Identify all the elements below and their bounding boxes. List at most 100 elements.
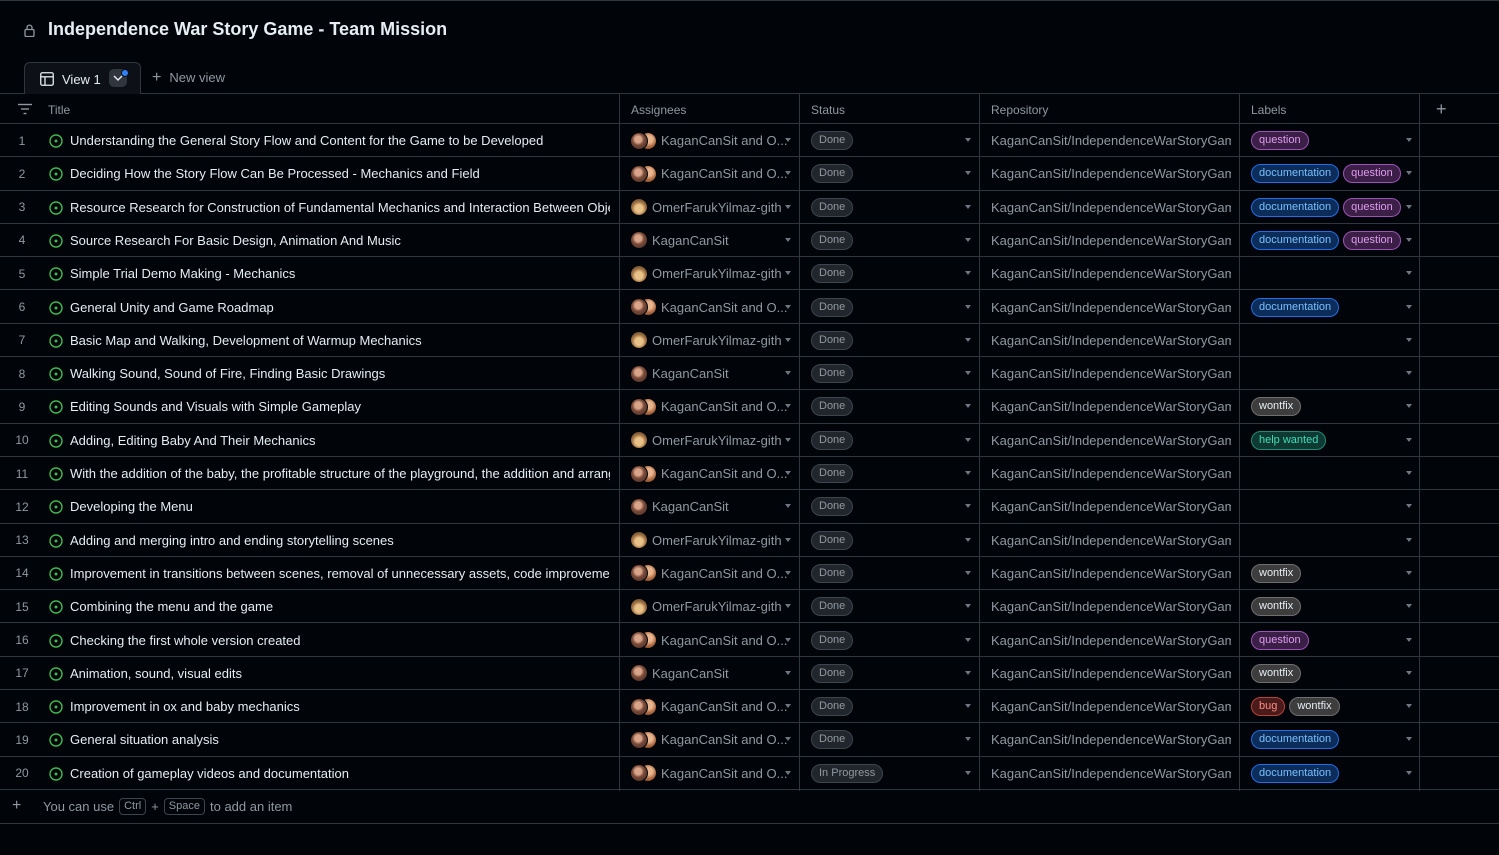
label-bug[interactable]: bug <box>1251 697 1286 717</box>
labels-cell[interactable] <box>1251 357 1411 390</box>
chevron-down-icon[interactable] <box>965 604 971 609</box>
chevron-down-icon[interactable] <box>965 271 971 276</box>
label-documentation[interactable]: documentation <box>1251 164 1340 184</box>
label-documentation[interactable]: documentation <box>1251 197 1340 217</box>
issue-title-link[interactable]: Editing Sounds and Visuals with Simple G… <box>70 390 610 423</box>
chevron-down-icon[interactable] <box>965 204 971 209</box>
filter-icon[interactable] <box>18 103 32 115</box>
chevron-down-icon[interactable] <box>965 637 971 642</box>
table-row[interactable]: 15 Combining the menu and the game OmerFar… <box>0 590 1499 624</box>
chevron-down-icon[interactable] <box>1406 204 1412 209</box>
assignees-cell[interactable]: OmerFarukYilmaz-gith <box>630 257 795 290</box>
chevron-down-icon[interactable] <box>1406 371 1412 376</box>
label-wontfix[interactable]: wontfix <box>1251 397 1302 417</box>
assignees-cell[interactable]: KaganCanSit <box>630 357 795 390</box>
issue-title-link[interactable]: Simple Trial Demo Making - Mechanics <box>70 257 610 290</box>
chevron-down-icon[interactable] <box>785 237 791 242</box>
labels-cell[interactable]: help wanted <box>1251 424 1411 457</box>
table-row[interactable]: 9 Editing Sounds and Visuals with Simple … <box>0 390 1499 424</box>
table-row[interactable]: 16 Checking the first whole version creat… <box>0 624 1499 657</box>
chevron-down-icon[interactable] <box>1406 737 1412 742</box>
labels-cell[interactable]: wontfix <box>1251 657 1411 690</box>
label-documentation[interactable]: documentation <box>1251 297 1340 317</box>
issue-title-link[interactable]: Source Research For Basic Design, Animat… <box>70 224 610 257</box>
table-row[interactable]: 14 Improvement in transitions between sce… <box>0 557 1499 591</box>
label-question[interactable]: question <box>1343 230 1401 250</box>
labels-cell[interactable]: bug wontfix <box>1251 690 1411 723</box>
chevron-down-icon[interactable] <box>1406 770 1412 775</box>
assignees-cell[interactable]: OmerFarukYilmaz-gith <box>630 524 795 557</box>
issue-title-link[interactable]: Creation of gameplay videos and document… <box>70 757 610 790</box>
table-row[interactable]: 1 Understanding the General Story Flow an… <box>0 124 1499 158</box>
table-row[interactable]: 18 Improvement in ox and baby mechanics Ka… <box>0 690 1499 724</box>
chevron-down-icon[interactable] <box>1406 271 1412 276</box>
assignees-cell[interactable]: OmerFarukYilmaz-gith <box>630 424 795 457</box>
table-row[interactable]: 8 Walking Sound, Sound of Fire, Finding B… <box>0 357 1499 391</box>
table-row[interactable]: 2 Deciding How the Story Flow Can Be Proc… <box>0 157 1499 191</box>
label-documentation[interactable]: documentation <box>1251 230 1340 250</box>
issue-title-link[interactable]: General situation analysis <box>70 723 610 756</box>
status-cell[interactable]: Done <box>811 524 971 557</box>
assignees-cell[interactable]: KaganCanSit and O... <box>630 723 795 756</box>
table-row[interactable]: 13 Adding and merging intro and ending st… <box>0 524 1499 557</box>
labels-cell[interactable]: documentation question <box>1251 224 1411 257</box>
chevron-down-icon[interactable] <box>965 437 971 442</box>
assignees-cell[interactable]: KaganCanSit <box>630 657 795 690</box>
issue-title-link[interactable]: Walking Sound, Sound of Fire, Finding Ba… <box>70 357 610 390</box>
assignees-cell[interactable]: KaganCanSit and O... <box>630 757 795 790</box>
table-row[interactable]: 11 With the addition of the baby, the pro… <box>0 457 1499 491</box>
assignees-cell[interactable]: KaganCanSit and O... <box>630 124 795 157</box>
column-header-repository[interactable]: Repository <box>991 94 1048 124</box>
labels-cell[interactable] <box>1251 257 1411 290</box>
chevron-down-icon[interactable] <box>785 138 791 142</box>
labels-cell[interactable]: wontfix <box>1251 390 1411 423</box>
chevron-down-icon[interactable] <box>785 604 791 609</box>
status-cell[interactable]: Done <box>811 357 971 390</box>
table-row[interactable]: 19 General situation analysis KaganCanSit … <box>0 723 1499 757</box>
chevron-down-icon[interactable] <box>1406 404 1412 409</box>
chevron-down-icon[interactable] <box>965 337 971 342</box>
chevron-down-icon[interactable] <box>965 670 971 675</box>
table-row[interactable]: 20 Creation of gameplay videos and docume… <box>0 757 1499 790</box>
label-wontfix[interactable]: wontfix <box>1251 563 1302 583</box>
chevron-down-icon[interactable] <box>965 770 971 775</box>
status-cell[interactable]: Done <box>811 457 971 490</box>
chevron-down-icon[interactable] <box>785 670 791 675</box>
label-question[interactable]: question <box>1343 197 1401 217</box>
issue-title-link[interactable]: Improvement in transitions between scene… <box>70 557 610 590</box>
status-cell[interactable]: Done <box>811 424 971 457</box>
assignees-cell[interactable]: KaganCanSit and O... <box>630 457 795 490</box>
status-cell[interactable]: Done <box>811 657 971 690</box>
table-row[interactable]: 6 General Unity and Game Roadmap KaganCanS… <box>0 291 1499 324</box>
labels-cell[interactable]: documentation question <box>1251 157 1411 190</box>
label-question[interactable]: question <box>1251 131 1309 150</box>
chevron-down-icon[interactable] <box>785 504 791 509</box>
labels-cell[interactable]: documentation <box>1251 291 1411 324</box>
issue-title-link[interactable]: Understanding the General Story Flow and… <box>70 124 610 157</box>
chevron-down-icon[interactable] <box>965 371 971 376</box>
table-row[interactable]: 5 Simple Trial Demo Making - Mechanics Ome… <box>0 257 1499 291</box>
chevron-down-icon[interactable] <box>965 504 971 509</box>
status-cell[interactable]: Done <box>811 390 971 423</box>
chevron-down-icon[interactable] <box>965 737 971 742</box>
chevron-down-icon[interactable] <box>965 304 971 309</box>
chevron-down-icon[interactable] <box>785 471 791 475</box>
status-cell[interactable]: Done <box>811 723 971 756</box>
assignees-cell[interactable]: KaganCanSit and O... <box>630 390 795 423</box>
chevron-down-icon[interactable] <box>1406 570 1412 575</box>
labels-cell[interactable]: wontfix <box>1251 590 1411 623</box>
labels-cell[interactable]: documentation <box>1251 757 1411 790</box>
chevron-down-icon[interactable] <box>965 171 971 176</box>
status-cell[interactable]: Done <box>811 291 971 324</box>
status-cell[interactable]: Done <box>811 191 971 224</box>
chevron-down-icon[interactable] <box>1406 537 1412 542</box>
chevron-down-icon[interactable] <box>785 271 791 276</box>
issue-title-link[interactable]: Developing the Menu <box>70 490 610 523</box>
column-header-status[interactable]: Status <box>811 94 845 124</box>
chevron-down-icon[interactable] <box>1406 437 1412 442</box>
chevron-down-icon[interactable] <box>1406 237 1412 242</box>
chevron-down-icon[interactable] <box>1406 471 1412 475</box>
assignees-cell[interactable]: KaganCanSit <box>630 490 795 523</box>
table-row[interactable]: 17 Animation, sound, visual edits KaganCan… <box>0 657 1499 691</box>
chevron-down-icon[interactable] <box>785 204 791 209</box>
